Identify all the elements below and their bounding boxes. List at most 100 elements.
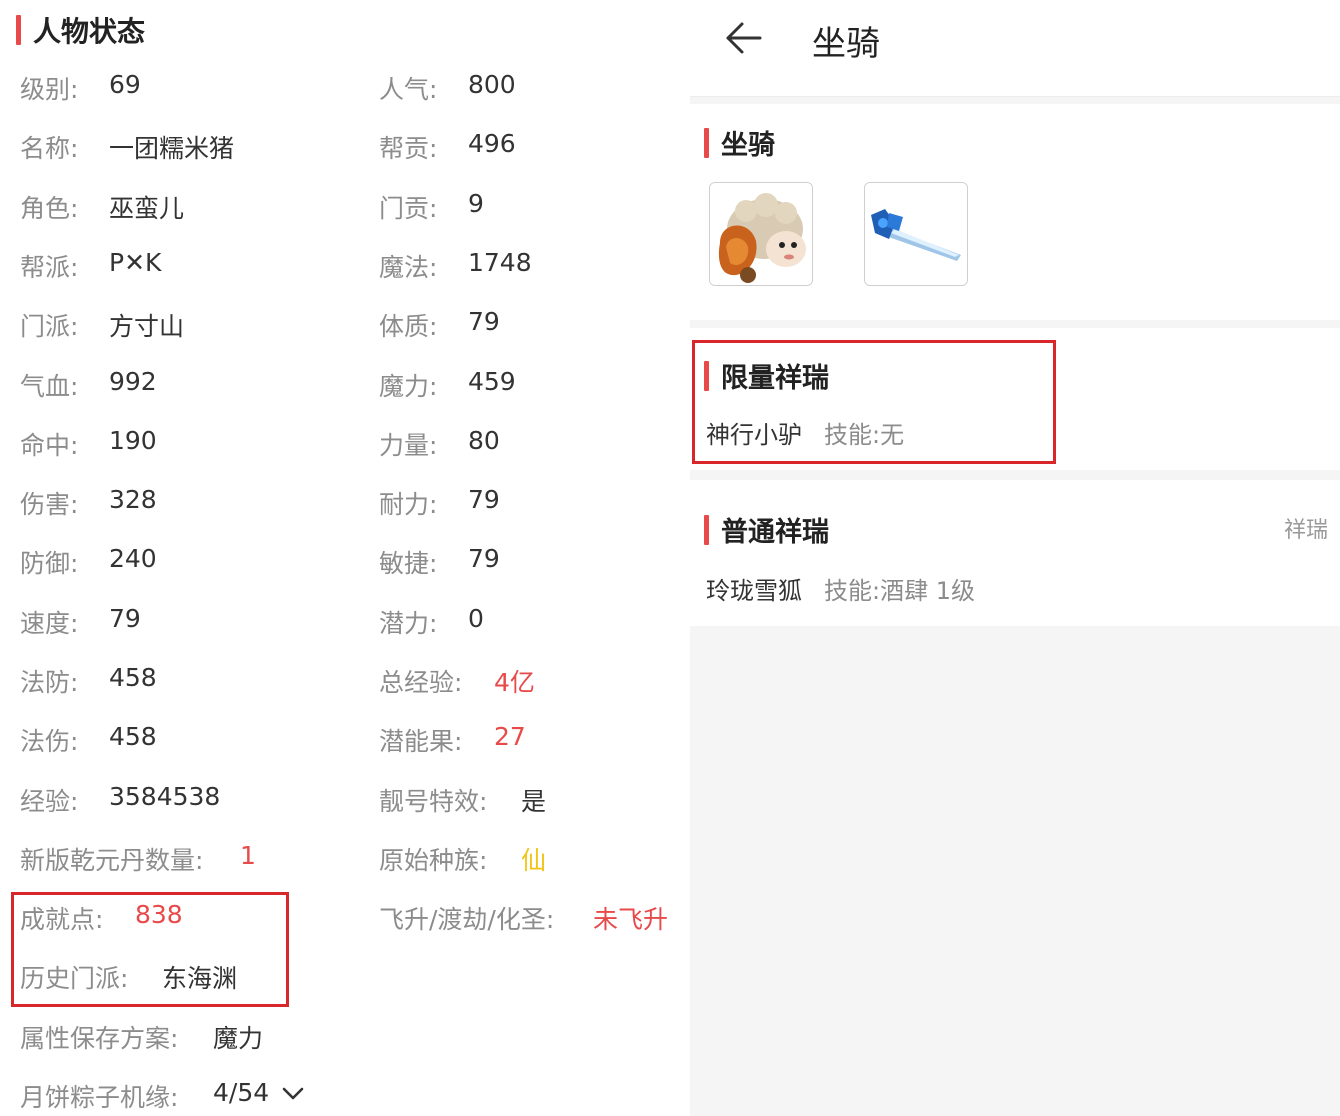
chevron-down-icon[interactable] (281, 1086, 305, 1102)
mount-name: 玲珑雪狐 (706, 577, 802, 605)
stat-label: 靓号特效: (379, 787, 488, 816)
stat-label: 原始种族: (379, 846, 488, 875)
normal-section-title-text: 普通祥瑞 (721, 517, 829, 548)
stat-value: 69 (109, 70, 141, 99)
stat-value: 1748 (468, 248, 532, 277)
stat-label: 法防: (20, 668, 79, 697)
stat-value: 未飞升 (593, 905, 669, 934)
stat-row: 法防: 458 (20, 663, 157, 699)
stat-label: 帮贡: (379, 134, 438, 163)
stat-label: 速度: (20, 609, 79, 638)
stat-row: 飞升/渡劫/化圣: 未飞升 (379, 900, 668, 936)
stat-label: 潜能果: (379, 727, 463, 756)
mount-thumb-sheep[interactable] (709, 182, 813, 286)
stat-row: 原始种族: 仙 (379, 841, 546, 877)
normal-mounts-card: 普通祥瑞 玲珑雪狐 技能:酒肆 1级 (690, 480, 1340, 626)
stat-label: 敏捷: (379, 549, 438, 578)
stat-value: 79 (468, 544, 500, 573)
stat-row: 法伤: 458 (20, 722, 157, 758)
stat-value: 459 (468, 367, 516, 396)
title-accent-bar (16, 15, 21, 45)
stat-value: 是 (521, 787, 547, 816)
stat-value: 190 (109, 426, 157, 455)
stat-value: 方寸山 (109, 312, 185, 341)
stat-row: 伤害: 328 (20, 485, 157, 521)
stat-label: 体质: (379, 312, 438, 341)
stat-row: 总经验: 4亿 (379, 663, 535, 699)
stat-value: 328 (109, 485, 157, 514)
stat-value: P✕K (109, 248, 162, 277)
normal-section-title: 普通祥瑞 (704, 510, 829, 549)
stat-value: 一团糯米猪 (109, 134, 235, 163)
stat-row: 经验: 3584538 (20, 782, 220, 818)
stat-label: 名称: (20, 134, 79, 163)
stat-label: 魔力: (379, 372, 438, 401)
stat-row: 帮派: P✕K (20, 248, 161, 284)
highlight-box-achievement (11, 892, 289, 1007)
highlight-box-limited-mount (692, 340, 1056, 464)
stat-value-wrap: 4/54 (213, 1078, 305, 1107)
stat-value: 3584538 (109, 782, 221, 811)
character-status-title: 人物状态 (16, 10, 145, 50)
title-accent-bar (704, 514, 709, 545)
stat-row: 门派: 方寸山 (20, 307, 184, 343)
stat-attribute-plan: 属性保存方案: 魔力 (20, 1019, 263, 1055)
skill-value: 酒肆 1级 (880, 577, 975, 605)
stat-row: 潜力: 0 (379, 604, 484, 640)
stat-value: 992 (109, 367, 157, 396)
stat-value: 巫蛮儿 (109, 194, 185, 223)
mount-thumb-sword[interactable] (864, 182, 968, 286)
stat-label: 人气: (379, 75, 438, 104)
stat-row: 耐力: 79 (379, 485, 500, 521)
stat-value: 1 (240, 841, 256, 870)
stat-row: 命中: 190 (20, 426, 157, 462)
stat-row: 门贡: 9 (379, 189, 484, 225)
stat-label: 帮派: (20, 253, 79, 282)
stat-row: 人气: 800 (379, 70, 516, 106)
stat-label: 魔法: (379, 253, 438, 282)
title-accent-bar (704, 127, 709, 158)
xiangrui-link[interactable]: 祥瑞 (1284, 512, 1328, 544)
stat-row: 速度: 79 (20, 604, 141, 640)
stat-value: 458 (109, 722, 157, 751)
page-header: 坐骑 (690, 0, 1340, 97)
stat-label: 气血: (20, 372, 79, 401)
stat-value: 800 (468, 70, 516, 99)
stat-label: 月饼粽子机缘: (20, 1083, 179, 1112)
stat-row: 角色: 巫蛮儿 (20, 189, 184, 225)
stat-value: 27 (494, 722, 526, 751)
stat-label: 防御: (20, 549, 79, 578)
stat-row: 气血: 992 (20, 367, 157, 403)
stat-value: 9 (468, 189, 484, 218)
character-status-panel: 人物状态 级别: 69 名称: 一团糯米猪角色: 巫蛮儿帮派: P✕K 门派: 方寸山气血: 9… (0, 0, 690, 1116)
stat-row: 潜能果: 27 (379, 722, 526, 758)
stat-qianyuandan: 新版乾元丹数量: 1 (20, 841, 256, 877)
stat-label: 命中: (20, 431, 79, 460)
stat-value: 魔力 (213, 1024, 264, 1053)
arrow-left-icon[interactable] (722, 16, 766, 60)
stat-row: 魔法: 1748 (379, 248, 532, 284)
stat-label: 级别: (20, 75, 79, 104)
stat-value: 0 (468, 604, 484, 633)
stat-label: 经验: (20, 787, 79, 816)
stat-row: 防御: 240 (20, 544, 157, 580)
sheep-mount-icon (710, 183, 812, 285)
mounts-section-title-text: 坐骑 (721, 130, 775, 161)
stat-value: 79 (109, 604, 141, 633)
stat-row: 级别: 69 (20, 70, 141, 106)
character-status-title-text: 人物状态 (33, 15, 146, 48)
stat-label: 耐力: (379, 490, 438, 519)
mounts-panel: 坐骑 坐骑 限量祥瑞 神行小驴 技能:无 普通祥瑞 玲珑雪狐 技能:酒肆 1级 … (690, 0, 1340, 1116)
stat-row: 名称: 一团糯米猪 (20, 129, 234, 165)
stat-value: 496 (468, 129, 516, 158)
stat-mooncake-chance[interactable]: 月饼粽子机缘: 4/54 (20, 1078, 304, 1114)
stat-value: 仙 (521, 846, 547, 875)
normal-mount-row: 玲珑雪狐 技能:酒肆 1级 (706, 571, 975, 606)
stat-label: 伤害: (20, 490, 79, 519)
stat-label: 门派: (20, 312, 79, 341)
stat-value: 4/54 (213, 1078, 270, 1107)
stat-row: 帮贡: 496 (379, 129, 516, 165)
stat-label: 飞升/渡劫/化圣: (379, 905, 555, 934)
stat-label: 总经验: (379, 668, 463, 697)
stat-value: 79 (468, 307, 500, 336)
